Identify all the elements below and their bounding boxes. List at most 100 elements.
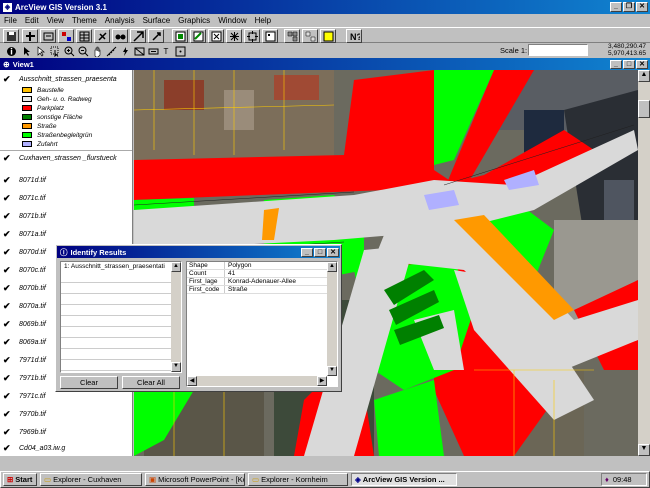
find-icon[interactable]: [112, 29, 128, 43]
attribute-hscrollbar[interactable]: ◀ ▶: [187, 376, 327, 386]
hot-link-icon[interactable]: [148, 29, 164, 43]
view-close-icon[interactable]: ✕: [636, 59, 648, 69]
checkbox-icon[interactable]: ✔: [3, 302, 11, 311]
task-powerpoint[interactable]: ▣ Microsoft PowerPoint - [Ko...: [145, 473, 245, 486]
scroll-down-icon[interactable]: ▼: [638, 444, 650, 456]
zoom-active-icon[interactable]: [190, 29, 206, 43]
clear-all-button[interactable]: Clear All: [122, 376, 180, 389]
checkbox-icon[interactable]: ✔: [3, 176, 11, 185]
toc-theme-1[interactable]: ✔ Cuxhaven_strassen _flurstueck: [3, 151, 117, 165]
toc-theme-10[interactable]: ✔ 8069b.tif: [3, 317, 46, 331]
menu-view[interactable]: View: [47, 16, 64, 25]
help-icon[interactable]: N?: [346, 29, 362, 43]
view-title-bar: ⊕ View1 _ □ ✕: [0, 58, 650, 70]
menu-file[interactable]: File: [4, 16, 17, 25]
toc-theme-3[interactable]: ✔ 8071c.tif: [3, 191, 45, 205]
checkbox-icon[interactable]: ✔: [3, 392, 11, 401]
theme-properties-icon[interactable]: [40, 29, 56, 43]
info-icon[interactable]: [3, 44, 19, 58]
checkbox-icon[interactable]: ✔: [3, 154, 11, 163]
checkbox-icon[interactable]: ✔: [3, 444, 11, 453]
toc-theme-0[interactable]: ✔ Ausschnitt_strassen_praesenta: [3, 72, 117, 86]
edit-legend-icon[interactable]: [58, 29, 74, 43]
draw-point-icon[interactable]: [172, 44, 188, 58]
toc-theme-9[interactable]: ✔ 8070a.tif: [3, 299, 46, 313]
locate-address-icon[interactable]: [130, 29, 146, 43]
minimize-icon[interactable]: _: [610, 2, 622, 12]
tray-icon[interactable]: ♦: [605, 475, 609, 484]
toc-theme-2[interactable]: ✔ 8071d.tif: [3, 173, 46, 187]
toc-theme-16[interactable]: ✔ 7969b.tif: [3, 425, 46, 439]
toc-theme-14[interactable]: ✔ 7971c.tif: [3, 389, 45, 403]
list-scrollbar[interactable]: ▲ ▼: [171, 262, 181, 372]
checkbox-icon[interactable]: ✔: [3, 428, 11, 437]
toc-theme-8[interactable]: ✔ 8070b.tif: [3, 281, 46, 295]
checkbox-icon[interactable]: ✔: [3, 410, 11, 419]
scale-input[interactable]: [528, 44, 588, 56]
task-explorer-cuxhaven[interactable]: ▭ Explorer - Cuxhaven: [40, 473, 142, 486]
table-row: Shape Polygon: [187, 262, 337, 270]
identify-maximize-icon[interactable]: □: [314, 247, 326, 257]
scroll-thumb[interactable]: [638, 100, 650, 118]
task-explorer-kornheim[interactable]: ▭ Explorer - Kornheim: [248, 473, 348, 486]
toc-theme-7[interactable]: ✔ 8070c.tif: [3, 263, 45, 277]
zoom-in-icon[interactable]: [226, 29, 242, 43]
globe-icon: ⊕: [3, 59, 10, 69]
table-icon[interactable]: [76, 29, 92, 43]
menu-window[interactable]: Window: [218, 16, 246, 25]
zoom-full-icon[interactable]: [172, 29, 188, 43]
attribute-scrollbar[interactable]: ▲ ▼: [327, 262, 337, 376]
menu-theme[interactable]: Theme: [72, 16, 97, 25]
map-scrollbar[interactable]: ▲ ▼: [638, 70, 650, 456]
toc-theme-6[interactable]: ✔ 8070d.tif: [3, 245, 46, 259]
select-by-theme-icon[interactable]: [320, 29, 336, 43]
checkbox-icon[interactable]: ✔: [3, 230, 11, 239]
identify-close-icon[interactable]: ✕: [327, 247, 339, 257]
checkbox-icon[interactable]: ✔: [3, 266, 11, 275]
scroll-up-icon[interactable]: ▲: [638, 70, 650, 82]
checkbox-icon[interactable]: ✔: [3, 248, 11, 257]
zoom-out-icon[interactable]: [244, 29, 260, 43]
close-icon[interactable]: ✕: [636, 2, 648, 12]
checkbox-icon[interactable]: ✔: [3, 75, 11, 84]
checkbox-icon[interactable]: ✔: [3, 338, 11, 347]
menu-help[interactable]: Help: [255, 16, 271, 25]
toc-theme-12[interactable]: ✔ 7971d.tif: [3, 353, 46, 367]
checkbox-icon[interactable]: ✔: [3, 284, 11, 293]
zoom-selected-icon[interactable]: [208, 29, 224, 43]
folder-icon: ▭: [44, 475, 52, 484]
task-arcview[interactable]: ◈ ArcView GIS Version ...: [351, 473, 457, 486]
query-builder-icon[interactable]: [94, 29, 110, 43]
menu-edit[interactable]: Edit: [25, 16, 39, 25]
checkbox-icon[interactable]: ✔: [3, 374, 11, 383]
checkbox-icon[interactable]: ✔: [3, 320, 11, 329]
view-restore-icon[interactable]: □: [623, 59, 635, 69]
toc-theme-15[interactable]: ✔ 7970b.tif: [3, 407, 46, 421]
arcview-icon: ◈: [355, 475, 361, 484]
menu-surface[interactable]: Surface: [143, 16, 171, 25]
identify-feature-item[interactable]: 1: Ausschnitt_strassen_praesentati: [61, 262, 169, 271]
checkbox-icon[interactable]: ✔: [3, 194, 11, 203]
identify-feature-list[interactable]: 1: Ausschnitt_strassen_praesentati ▲ ▼: [60, 261, 182, 373]
clear-selected-icon[interactable]: [302, 29, 318, 43]
toc-theme-13[interactable]: ✔ 7971b.tif: [3, 371, 46, 385]
select-features-icon[interactable]: [284, 29, 300, 43]
toc-theme-5[interactable]: ✔ 8071a.tif: [3, 227, 46, 241]
add-theme-icon[interactable]: [22, 29, 38, 43]
zoom-previous-icon[interactable]: [262, 29, 278, 43]
toc-theme-11[interactable]: ✔ 8069a.tif: [3, 335, 46, 349]
checkbox-icon[interactable]: ✔: [3, 356, 11, 365]
toc-theme-17[interactable]: ✔ Cd04_a03.iw.g: [3, 441, 65, 455]
start-button[interactable]: ⊞ Start: [3, 473, 37, 486]
checkbox-icon[interactable]: ✔: [3, 212, 11, 221]
legend-item: Baustelle: [22, 86, 64, 94]
menu-analysis[interactable]: Analysis: [105, 16, 135, 25]
menu-graphics[interactable]: Graphics: [178, 16, 210, 25]
identify-minimize-icon[interactable]: _: [301, 247, 313, 257]
clear-button[interactable]: Clear: [60, 376, 118, 389]
scale-label: Scale 1:: [500, 46, 528, 55]
restore-icon[interactable]: ❐: [623, 2, 635, 12]
save-icon[interactable]: [3, 29, 19, 43]
toc-theme-4[interactable]: ✔ 8071b.tif: [3, 209, 46, 223]
view-minimize-icon[interactable]: _: [610, 59, 622, 69]
